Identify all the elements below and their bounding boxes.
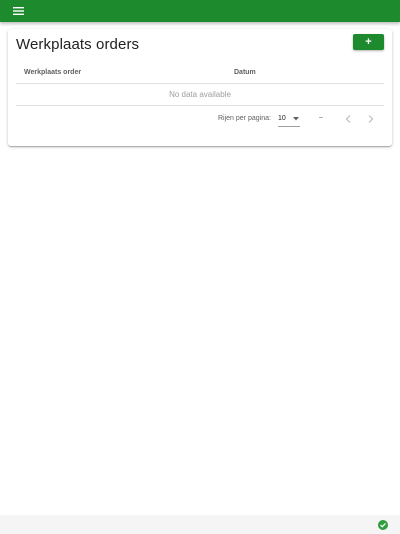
app-bar	[0, 0, 400, 22]
add-order-button[interactable]: +	[353, 34, 384, 50]
chevron-right-icon	[368, 115, 374, 123]
page-title: Werkplaats orders	[16, 36, 140, 53]
next-page-button[interactable]	[364, 112, 378, 126]
chevron-left-icon	[345, 115, 351, 123]
caret-down-icon	[293, 117, 299, 121]
rows-per-page-select[interactable]: 10	[278, 113, 300, 127]
rows-per-page-label: Rijen per pagina:	[218, 115, 271, 122]
header-divider	[16, 83, 384, 84]
footer-bar	[0, 515, 400, 534]
check-circle-icon	[378, 520, 388, 530]
rows-per-page-value: 10	[278, 115, 286, 122]
menu-button[interactable]	[8, 1, 28, 21]
table-bottom-divider	[16, 105, 384, 106]
werkplaats-orders-card: Werkplaats orders + Werkplaats order Dat…	[8, 29, 392, 146]
column-header-datum[interactable]: Datum	[234, 69, 256, 76]
column-header-werkplaats-order[interactable]: Werkplaats order	[24, 69, 81, 76]
previous-page-button[interactable]	[341, 112, 355, 126]
menu-icon	[12, 7, 24, 15]
page-range-text: –	[319, 114, 323, 121]
empty-table-message: No data available	[169, 90, 231, 99]
